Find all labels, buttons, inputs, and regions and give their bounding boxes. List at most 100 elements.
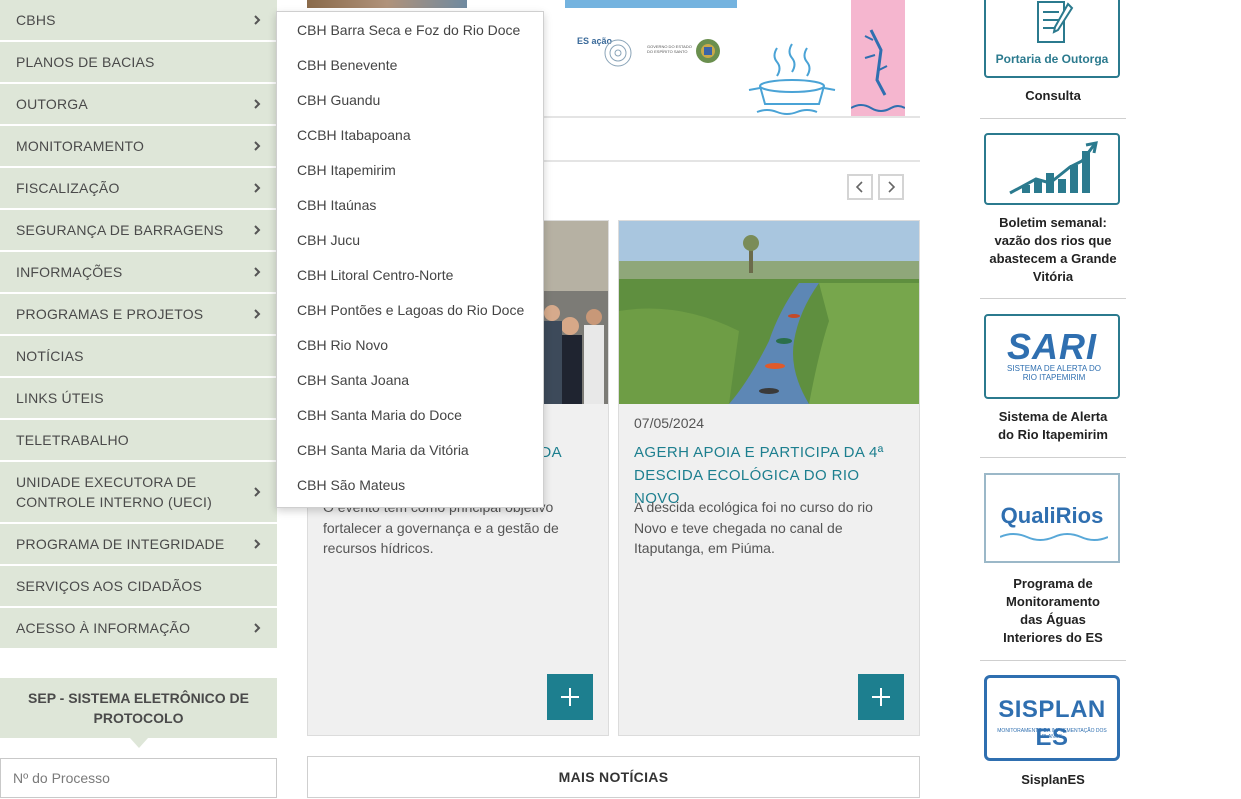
pot-illustration-icon <box>748 43 836 115</box>
menu-item-label: MONITORAMENTO <box>16 138 145 154</box>
menu-item-programas-e-projetos[interactable]: PROGRAMAS E PROJETOS <box>0 294 277 336</box>
sidebar-divider <box>980 118 1126 119</box>
menu-item-cbhs[interactable]: CBHS <box>0 0 277 42</box>
chevron-right-icon <box>251 538 263 550</box>
banner-blue-bar <box>565 0 737 8</box>
sidebar-divider <box>980 660 1126 661</box>
portaria-outorga-tile[interactable]: Portaria de Outorga <box>984 0 1120 78</box>
dropdown-item[interactable]: CBH Itapemirim <box>277 153 543 188</box>
menu-item-seguranca-de-barragens[interactable]: SEGURANÇA DE BARRAGENS <box>0 210 277 252</box>
menu-item-label: TELETRABALHO <box>16 432 129 448</box>
sisplan-logo-sub: MONITORAMENTO DA IMPLEMENTAÇÃO DOS PLANO… <box>997 728 1107 740</box>
wave-icon <box>1000 533 1108 541</box>
target-icon <box>604 39 632 67</box>
dropdown-item[interactable]: CBH Rio Novo <box>277 328 543 363</box>
sari-logo-text: SARI <box>1006 326 1097 367</box>
dropdown-item[interactable]: CBH São Mateus <box>277 468 543 503</box>
sep-title: SEP - SISTEMA ELETRÔNICO DE PROTOCOLO <box>0 678 277 738</box>
qualirios-label[interactable]: Programa de Monitoramento das Águas Inte… <box>980 575 1126 647</box>
sari-tile[interactable]: SARI SISTEMA DE ALERTA DO RIO ITAPEMIRIM <box>984 314 1120 399</box>
dropdown-item[interactable]: CBH Barra Seca e Foz do Rio Doce <box>277 13 543 48</box>
news-card-excerpt: A descida ecológica foi no curso do rio … <box>634 499 873 556</box>
dropdown-item[interactable]: CBH Litoral Centro-Norte <box>277 258 543 293</box>
menu-item-label: PLANOS DE BACIAS <box>16 54 155 70</box>
carousel-next-button[interactable] <box>878 174 904 200</box>
boletim-semanal-label[interactable]: Boletim semanal: vazão dos rios que abas… <box>980 214 1126 286</box>
coat-of-arms-icon <box>696 39 720 63</box>
more-news-button[interactable]: MAIS NOTÍCIAS <box>307 756 920 798</box>
news-card[interactable]: 07/05/2024 AGERH APOIA E PARTICIPA DA 4ª… <box>618 220 920 736</box>
menu-item-informacoes[interactable]: INFORMAÇÕES <box>0 252 277 294</box>
chevron-right-icon <box>251 308 263 320</box>
chevron-right-icon <box>251 224 263 236</box>
dropdown-item[interactable]: CBH Santa Maria do Doce <box>277 398 543 433</box>
menu-item-label: OUTORGA <box>16 96 88 112</box>
plus-icon <box>561 688 579 706</box>
chevron-right-icon <box>251 622 263 634</box>
qualirios-logo-text: QualiRios <box>1000 503 1104 528</box>
read-more-button[interactable] <box>858 674 904 720</box>
dropdown-item[interactable]: CBH Santa Maria da Vitória <box>277 433 543 468</box>
fish-illustration-icon <box>850 29 906 112</box>
menu-item-noticias[interactable]: NOTÍCIAS <box>0 336 277 378</box>
sisplan-tile[interactable]: SISPLAN ES MONITORAMENTO DA IMPLEMENTAÇÃ… <box>984 675 1120 761</box>
menu-item-label: PROGRAMAS E PROJETOS <box>16 306 204 322</box>
news-card-date: 07/05/2024 <box>634 415 705 431</box>
menu-item-label: PROGRAMA DE INTEGRIDADE <box>16 536 225 552</box>
document-pencil-icon <box>1037 1 1074 43</box>
chevron-right-icon <box>251 14 263 26</box>
read-more-button[interactable] <box>547 674 593 720</box>
menu-item-servicos-aos-cidadaos[interactable]: SERVIÇOS AOS CIDADÃOS <box>0 566 277 608</box>
chevron-right-icon <box>251 486 263 498</box>
bar-chart-icon <box>1009 141 1098 195</box>
sisplan-logo-text: SISPLAN ES <box>998 696 1106 751</box>
qualirios-tile[interactable]: QualiRios <box>984 473 1120 563</box>
menu-item-teletrabalho[interactable]: TELETRABALHO <box>0 420 277 462</box>
menu-item-label: CBHS <box>16 12 56 28</box>
chevron-right-icon <box>251 140 263 152</box>
menu-item-programa-de-integridade[interactable]: PROGRAMA DE INTEGRIDADE <box>0 524 277 566</box>
dropdown-item[interactable]: CBH Itaúnas <box>277 188 543 223</box>
menu-item-label: INFORMAÇÕES <box>16 264 123 280</box>
chevron-left-icon <box>855 181 863 193</box>
menu-item-label: NOTÍCIAS <box>16 348 84 364</box>
tile-text: Portaria de Outorga <box>995 52 1109 66</box>
sari-label[interactable]: Sistema de Alerta do Rio Itapemirim <box>980 408 1126 444</box>
portaria-outorga-label[interactable]: Consulta <box>980 87 1126 105</box>
news-card-image <box>619 221 919 404</box>
chevron-right-icon <box>251 182 263 194</box>
boletim-semanal-tile[interactable] <box>984 133 1120 205</box>
carousel-prev-button[interactable] <box>847 174 873 200</box>
menu-item-links-uteis[interactable]: LINKS ÚTEIS <box>0 378 277 420</box>
menu-item-monitoramento[interactable]: MONITORAMENTO <box>0 126 277 168</box>
chevron-right-icon <box>251 266 263 278</box>
main-menu: CBHS PLANOS DE BACIAS OUTORGA MONITORAME… <box>0 0 277 650</box>
banner-pink-panel <box>850 0 906 116</box>
process-number-input[interactable] <box>0 758 277 798</box>
plus-icon <box>872 688 890 706</box>
sidebar-divider <box>980 457 1126 458</box>
menu-item-label: SEGURANÇA DE BARRAGENS <box>16 222 224 238</box>
menu-item-label: UNIDADE EXECUTORA DE CONTROLE INTERNO (U… <box>16 474 212 510</box>
sep-pointer <box>130 738 148 748</box>
chevron-right-icon <box>888 181 896 193</box>
banner-gov-text: GOVERNO DO ESTADO DO ESPÍRITO SANTO <box>647 44 692 54</box>
menu-item-fiscalizacao[interactable]: FISCALIZAÇÃO <box>0 168 277 210</box>
dropdown-item[interactable]: CBH Pontões e Lagoas do Rio Doce <box>277 293 543 328</box>
dropdown-item[interactable]: CCBH Itabapoana <box>277 118 543 153</box>
dropdown-item[interactable]: CBH Santa Joana <box>277 363 543 398</box>
menu-item-outorga[interactable]: OUTORGA <box>0 84 277 126</box>
dropdown-item[interactable]: CBH Guandu <box>277 83 543 118</box>
menu-item-label: LINKS ÚTEIS <box>16 390 104 406</box>
menu-item-ueci[interactable]: UNIDADE EXECUTORA DE CONTROLE INTERNO (U… <box>0 462 277 524</box>
sidebar-divider <box>980 298 1126 299</box>
cbhs-dropdown: CBH Barra Seca e Foz do Rio Doce CBH Ben… <box>276 11 544 508</box>
dropdown-item[interactable]: CBH Jucu <box>277 223 543 258</box>
sisplan-label[interactable]: SisplanES <box>980 771 1126 789</box>
menu-item-label: SERVIÇOS AOS CIDADÃOS <box>16 578 202 594</box>
menu-item-acesso-a-informacao[interactable]: ACESSO À INFORMAÇÃO <box>0 608 277 650</box>
chevron-right-icon <box>251 98 263 110</box>
menu-item-label: ACESSO À INFORMAÇÃO <box>16 620 191 636</box>
menu-item-planos-de-bacias[interactable]: PLANOS DE BACIAS <box>0 42 277 84</box>
dropdown-item[interactable]: CBH Benevente <box>277 48 543 83</box>
